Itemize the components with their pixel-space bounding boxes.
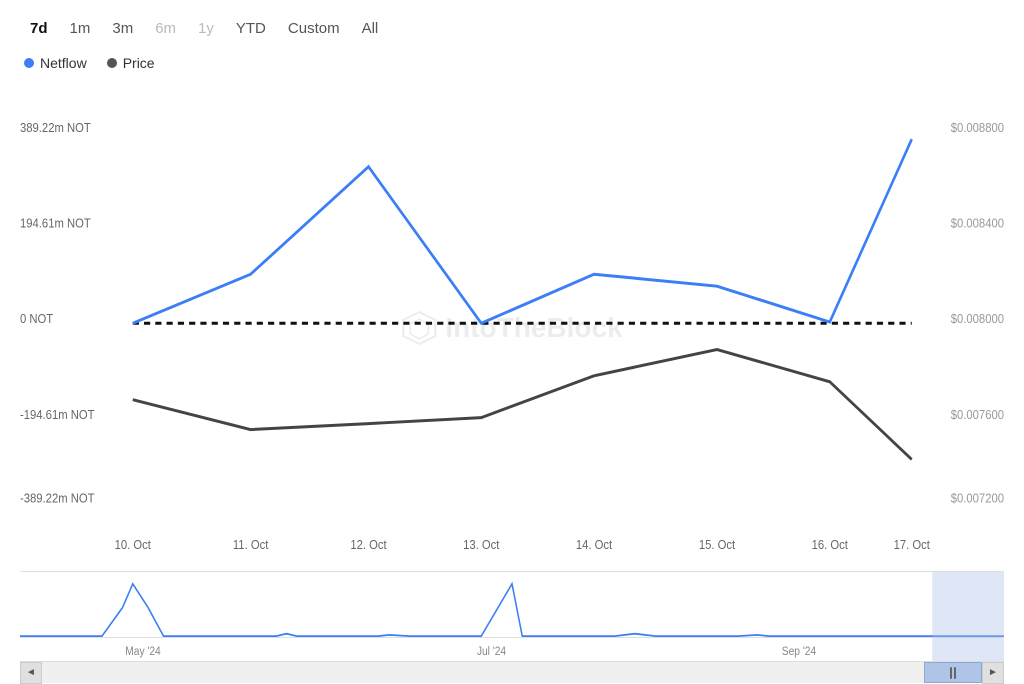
time-btn-1y: 1y [188,16,224,41]
y-right-0: $0.008800 [951,120,1004,135]
y-label-3: -194.61m NOT [20,407,95,422]
time-btn-all[interactable]: All [352,16,389,41]
scroll-track[interactable] [42,662,982,683]
x-label-7: 17. Oct [894,537,931,552]
mini-netflow-line [20,584,1004,636]
y-right-2: $0.008000 [951,311,1004,326]
y-right-1: $0.008400 [951,216,1004,231]
time-btn-6m: 6m [145,16,186,41]
scroll-left-button[interactable]: ◄ [20,662,42,684]
netflow-dot [24,58,34,68]
handle-line-2 [954,667,956,679]
x-label-2: 12. Oct [350,537,387,552]
x-label-6: 16. Oct [812,537,849,552]
time-range-selector: 7d1m3m6m1yYTDCustomAll [20,16,1004,41]
x-label-0: 10. Oct [115,537,152,552]
scrollbar[interactable]: ◄ ► [20,661,1004,683]
price-line [133,350,912,460]
main-chart-svg: 389.22m NOT 194.61m NOT 0 NOT -194.61m N… [20,89,1004,567]
mini-chart-svg: May '24 Jul '24 Sep '24 [20,572,1004,661]
time-btn-1m[interactable]: 1m [60,16,101,41]
scroll-thumb[interactable] [924,662,982,683]
y-label-0: 389.22m NOT [20,120,91,135]
chart-area: IntoTheBlock 389.22m NOT 194.61m NOT 0 N… [20,89,1004,683]
time-btn-7d[interactable]: 7d [20,16,58,41]
x-label-1: 11. Oct [233,537,269,552]
legend-netflow: Netflow [24,55,87,71]
mini-x-0: May '24 [125,645,161,658]
price-label: Price [123,55,155,71]
mini-selection-area [932,572,1004,661]
scroll-right-button[interactable]: ► [982,662,1004,684]
chart-legend: Netflow Price [24,55,1004,71]
time-btn-3m[interactable]: 3m [102,16,143,41]
mini-x-2: Sep '24 [782,645,816,658]
price-dot [107,58,117,68]
y-right-4: $0.007200 [951,491,1004,506]
y-label-1: 194.61m NOT [20,216,91,231]
handle-line-1 [950,667,952,679]
time-btn-custom[interactable]: Custom [278,16,350,41]
x-label-5: 15. Oct [699,537,736,552]
time-btn-ytd[interactable]: YTD [226,16,276,41]
main-container: 7d1m3m6m1yYTDCustomAll Netflow Price Int… [0,0,1024,683]
main-chart: IntoTheBlock 389.22m NOT 194.61m NOT 0 N… [20,89,1004,567]
x-label-3: 13. Oct [463,537,500,552]
mini-x-1: Jul '24 [477,645,506,658]
netflow-line [133,139,912,323]
y-label-4: -389.22m NOT [20,491,95,506]
netflow-label: Netflow [40,55,87,71]
y-right-3: $0.007600 [951,407,1004,422]
scroll-handle [950,667,956,679]
y-label-2: 0 NOT [20,311,54,326]
mini-chart-container: May '24 Jul '24 Sep '24 [20,571,1004,661]
legend-price: Price [107,55,155,71]
x-label-4: 14. Oct [576,537,613,552]
